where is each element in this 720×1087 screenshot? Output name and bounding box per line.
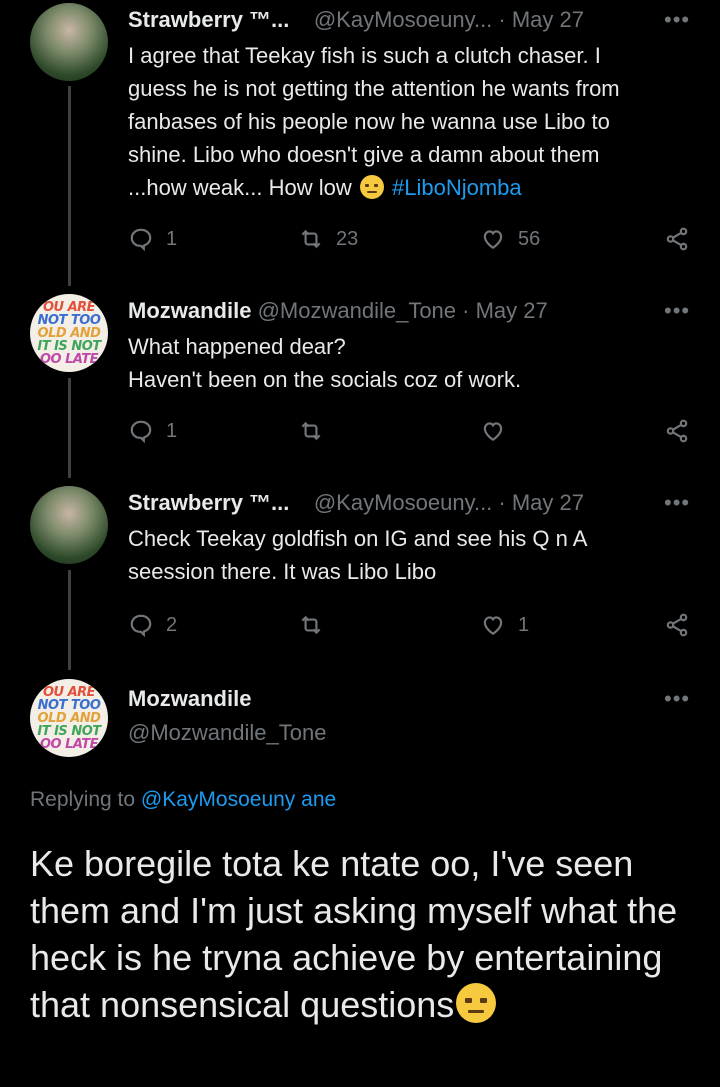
avatar-text: OO LATE	[40, 351, 98, 367]
avatar-text: OO LATE	[40, 736, 98, 752]
avatar[interactable]	[30, 3, 108, 81]
reply-icon	[130, 420, 152, 444]
display-name[interactable]: Strawberry ™...	[128, 490, 289, 515]
share-icon	[666, 227, 688, 251]
main-tweet-body: Ke boregile tota ke ntate oo, I've seen …	[30, 843, 678, 1025]
replying-prefix: Replying to	[30, 788, 136, 811]
retweet-button[interactable]	[298, 418, 324, 444]
avatar-text: NOT TOO	[37, 697, 101, 713]
heart-icon	[483, 230, 503, 249]
retweet-button[interactable]	[298, 612, 324, 638]
more-options-icon[interactable]: •••	[664, 686, 690, 712]
reply-count: 2	[166, 613, 178, 636]
avatar[interactable]	[30, 486, 108, 564]
retweet-icon	[301, 229, 321, 249]
avatar[interactable]: OU ARE NOT TOO OLD AND IT IS NOT OO LATE	[30, 294, 108, 372]
thread-line	[68, 570, 71, 670]
retweet-icon	[301, 615, 321, 635]
avatar-text: IT IS NOT	[37, 723, 101, 739]
hashtag-link[interactable]: #LiboNjomba	[392, 175, 522, 200]
tweet-line: What happened dear?	[128, 334, 346, 359]
tweet-line: fanbases of his people now he wanna use …	[128, 109, 610, 134]
tweet-line: Haven't been on the socials coz of work.	[128, 367, 522, 392]
handle-date[interactable]: @KayMosoeuny... · May 27	[314, 7, 584, 32]
reply-button[interactable]: 2	[128, 612, 177, 638]
heart-icon	[483, 616, 503, 635]
tweet-line-text: ...how weak... How low	[128, 175, 352, 200]
like-button[interactable]: 56	[480, 226, 540, 252]
avatar-text: NOT TOO	[37, 312, 101, 328]
avatar-text: OU ARE	[42, 684, 96, 700]
share-icon	[666, 613, 688, 637]
like-count: 56	[518, 227, 541, 250]
rolling-eyes-emoji-icon	[359, 175, 384, 199]
share-button[interactable]	[664, 612, 690, 638]
retweet-icon	[301, 421, 321, 441]
reply-count: 1	[166, 227, 178, 250]
tweet-text: What happened dear? Haven't been on the …	[128, 330, 698, 396]
main-tweet-text: Ke boregile tota ke ntate oo, I've seen …	[30, 840, 700, 1028]
reply-icon	[130, 614, 152, 638]
reply-icon	[130, 228, 152, 252]
rolling-eyes-emoji-icon	[456, 983, 497, 1023]
display-name[interactable]: Mozwandile	[128, 298, 251, 323]
share-button[interactable]	[664, 418, 690, 444]
tweet-actions: 1	[128, 418, 698, 448]
avatar-text: OLD AND	[37, 325, 101, 341]
tweet-text: I agree that Teekay fish is such a clutc…	[128, 39, 698, 204]
avatar-text: IT IS NOT	[37, 338, 101, 354]
main-tweet-name[interactable]: Mozwandile	[128, 686, 251, 712]
retweet-button[interactable]: 23	[298, 226, 358, 252]
handle-date[interactable]: @KayMosoeuny... · May 27	[314, 490, 584, 515]
reply-button[interactable]: 1	[128, 418, 177, 444]
tweet-header: Strawberry ™... @KayMosoeuny... · May 27	[128, 490, 584, 516]
tweet-actions: 2 1	[128, 612, 698, 642]
handle-date[interactable]: @Mozwandile_Tone · May 27	[258, 298, 548, 323]
tweet-line: Check Teekay goldfish on IG and see his …	[128, 526, 588, 551]
more-options-icon[interactable]: •••	[664, 7, 690, 33]
tweet-line: guess he is not getting the attention he…	[128, 76, 620, 101]
display-name[interactable]: Strawberry ™...	[128, 7, 289, 32]
reply-count: 1	[166, 419, 178, 442]
tweet-text: Check Teekay goldfish on IG and see his …	[128, 522, 698, 588]
replying-handle-link[interactable]: @KayMosoeuny ane	[141, 788, 336, 811]
avatar[interactable]: OU ARE NOT TOO OLD AND IT IS NOT OO LATE	[30, 679, 108, 757]
avatar-text: OU ARE	[42, 299, 96, 315]
like-button[interactable]: 1	[480, 612, 529, 638]
like-button[interactable]	[480, 418, 506, 444]
thread-line	[68, 86, 71, 286]
like-count: 1	[518, 613, 530, 636]
heart-icon	[483, 422, 503, 441]
tweet-line: seession there. It was Libo Libo	[128, 559, 437, 584]
tweet-line: I agree that Teekay fish is such a clutc…	[128, 43, 601, 68]
tweet-line: shine. Libo who doesn't give a damn abou…	[128, 142, 600, 167]
main-tweet-handle[interactable]: @Mozwandile_Tone	[128, 720, 326, 746]
display-name[interactable]: Mozwandile	[128, 686, 251, 711]
more-options-icon[interactable]: •••	[664, 298, 690, 324]
more-options-icon[interactable]: •••	[664, 490, 690, 516]
tweet-actions: 1 23 56	[128, 226, 698, 256]
thread-line	[68, 378, 71, 478]
share-button[interactable]	[664, 226, 690, 252]
share-icon	[666, 419, 688, 443]
tweet-line: ...how weak... How low #LiboNjomba	[128, 171, 698, 204]
replying-to: Replying to @KayMosoeuny ane	[30, 788, 336, 812]
tweet-header: Mozwandile @Mozwandile_Tone · May 27	[128, 298, 548, 324]
retweet-count: 23	[336, 227, 359, 250]
tweet-header: Strawberry ™... @KayMosoeuny... · May 27	[128, 7, 584, 33]
avatar-text: OLD AND	[37, 710, 101, 726]
reply-button[interactable]: 1	[128, 226, 177, 252]
